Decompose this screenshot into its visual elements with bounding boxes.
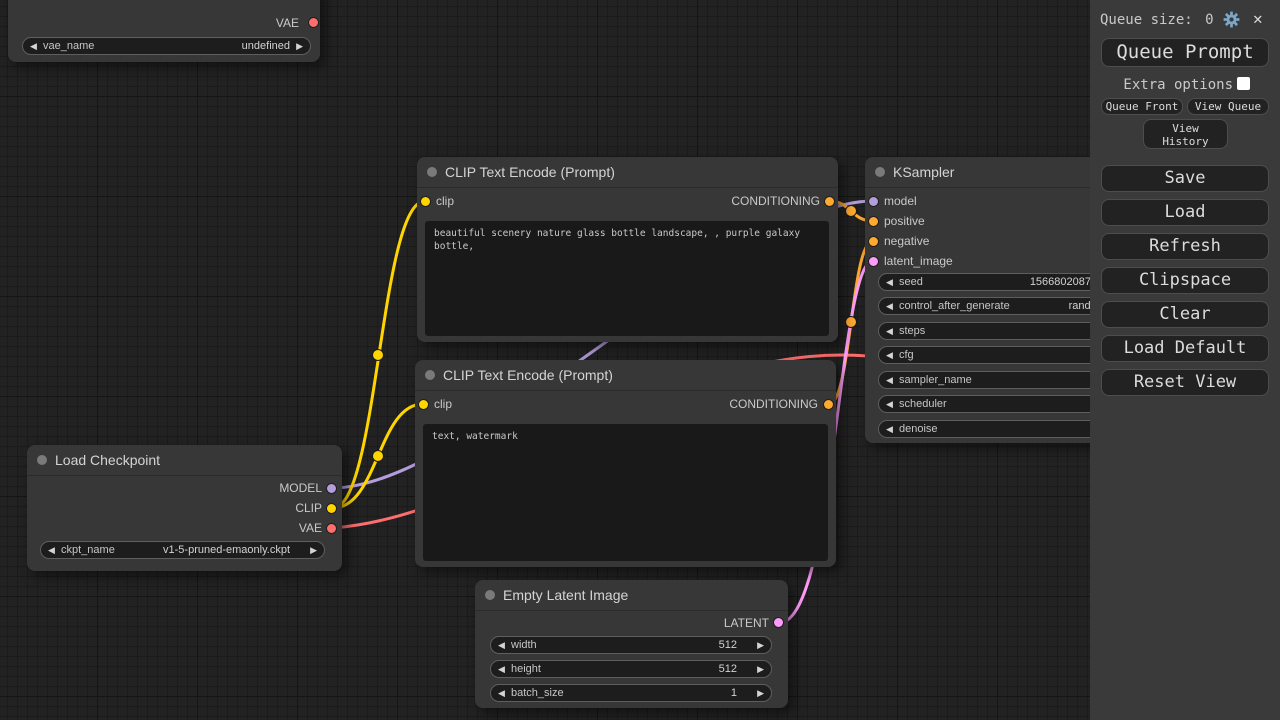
decrement-arrow-icon[interactable]: ◀ (498, 637, 505, 653)
queue-size-value: 0 (1205, 12, 1213, 28)
widget-height[interactable]: ◀ height 512 ▶ (490, 660, 772, 678)
node-title: Empty Latent Image (475, 580, 788, 611)
decrement-arrow-icon[interactable]: ◀ (498, 685, 505, 701)
clipspace-button[interactable]: Clipspace (1101, 267, 1269, 294)
link-midpoint-dot[interactable] (846, 317, 857, 328)
node-load-checkpoint[interactable]: Load Checkpoint MODEL CLIP VAE ◀ ckpt_na… (27, 445, 342, 571)
node-empty-latent-image[interactable]: Empty Latent Image LATENT ◀ width 512 ▶ … (475, 580, 788, 708)
prompt-textarea[interactable]: text, watermark (423, 424, 828, 561)
output-label: MODEL (222, 481, 322, 495)
increment-arrow-icon[interactable]: ▶ (296, 38, 303, 54)
decrement-arrow-icon[interactable]: ◀ (886, 396, 893, 412)
decrement-arrow-icon[interactable]: ◀ (886, 323, 893, 339)
increment-arrow-icon[interactable]: ▶ (757, 661, 764, 677)
widget-width[interactable]: ◀ width 512 ▶ (490, 636, 772, 654)
node-title: CLIP Text Encode (Prompt) (417, 157, 838, 188)
output-label: CLIP (222, 501, 322, 515)
view-history-button[interactable]: View History (1143, 119, 1228, 149)
increment-arrow-icon[interactable]: ▶ (310, 542, 317, 558)
save-button[interactable]: Save (1101, 165, 1269, 192)
clear-button[interactable]: Clear (1101, 301, 1269, 328)
load-button[interactable]: Load (1101, 199, 1269, 226)
extra-options-label: Extra options (1090, 77, 1233, 93)
output-label: VAE (179, 16, 299, 30)
input-port-latent-image[interactable] (869, 257, 878, 266)
output-label: LATENT (669, 616, 769, 630)
input-port-negative[interactable] (869, 237, 878, 246)
output-label: VAE (222, 521, 322, 535)
increment-arrow-icon[interactable]: ▶ (757, 637, 764, 653)
decrement-arrow-icon[interactable]: ◀ (886, 347, 893, 363)
collapse-dot[interactable] (425, 370, 435, 380)
output-port-conditioning[interactable] (825, 197, 834, 206)
output-label: CONDITIONING (678, 397, 818, 411)
queue-front-button[interactable]: Queue Front (1101, 98, 1183, 115)
link-midpoint-dot[interactable] (373, 451, 384, 462)
reset-view-button[interactable]: Reset View (1101, 369, 1269, 396)
view-queue-button[interactable]: View Queue (1187, 98, 1269, 115)
decrement-arrow-icon[interactable]: ◀ (886, 274, 893, 290)
refresh-button[interactable]: Refresh (1101, 233, 1269, 260)
queue-prompt-button[interactable]: Queue Prompt (1101, 38, 1269, 67)
output-port-conditioning[interactable] (824, 400, 833, 409)
node-clip-text-encode-positive[interactable]: CLIP Text Encode (Prompt) clip CONDITION… (417, 157, 838, 342)
extra-options-checkbox[interactable] (1237, 77, 1250, 90)
queue-size-text: Queue size: (1100, 12, 1193, 28)
input-label: clip (434, 397, 452, 411)
app-window: VAE ◀ vae_name undefined ▶ CLIP Text Enc… (0, 0, 1280, 720)
input-port-positive[interactable] (869, 217, 878, 226)
input-label: clip (436, 194, 454, 208)
input-label: model (884, 194, 917, 208)
widget-vae-name[interactable]: ◀ vae_name undefined ▶ (22, 37, 311, 55)
input-port-clip[interactable] (419, 400, 428, 409)
node-title: CLIP Text Encode (Prompt) (415, 360, 836, 391)
collapse-dot[interactable] (485, 590, 495, 600)
output-port-vae[interactable] (309, 18, 318, 27)
collapse-dot[interactable] (875, 167, 885, 177)
load-default-button[interactable]: Load Default (1101, 335, 1269, 362)
close-icon[interactable]: ✕ (1253, 9, 1263, 28)
decrement-arrow-icon[interactable]: ◀ (886, 298, 893, 314)
collapse-dot[interactable] (427, 167, 437, 177)
output-label: CONDITIONING (680, 194, 820, 208)
widget-ckpt-name[interactable]: ◀ ckpt_name v1-5-pruned-emaonly.ckpt ▶ (40, 541, 325, 559)
node-vae-loader[interactable]: VAE ◀ vae_name undefined ▶ (8, 0, 320, 62)
decrement-arrow-icon[interactable]: ◀ (886, 421, 893, 437)
input-label: positive (884, 214, 925, 228)
output-port-latent[interactable] (774, 618, 783, 627)
prompt-textarea[interactable]: beautiful scenery nature glass bottle la… (425, 221, 829, 336)
increment-arrow-icon[interactable]: ▶ (757, 685, 764, 701)
input-port-model[interactable] (869, 197, 878, 206)
node-clip-text-encode-negative[interactable]: CLIP Text Encode (Prompt) clip CONDITION… (415, 360, 836, 567)
decrement-arrow-icon[interactable]: ◀ (498, 661, 505, 677)
queue-size-label: Queue size: 0 (1100, 12, 1214, 28)
output-port-vae[interactable] (327, 524, 336, 533)
link-midpoint-dot[interactable] (846, 206, 857, 217)
decrement-arrow-icon[interactable]: ◀ (30, 38, 37, 54)
decrement-arrow-icon[interactable]: ◀ (886, 372, 893, 388)
menu-panel: Queue size: 0 ✕ Queue Prompt Extra optio… (1090, 0, 1280, 720)
decrement-arrow-icon[interactable]: ◀ (48, 542, 55, 558)
gear-icon[interactable] (1222, 10, 1241, 29)
collapse-dot[interactable] (37, 455, 47, 465)
output-port-clip[interactable] (327, 504, 336, 513)
node-title: Load Checkpoint (27, 445, 342, 476)
input-port-clip[interactable] (421, 197, 430, 206)
widget-batch-size[interactable]: ◀ batch_size 1 ▶ (490, 684, 772, 702)
link-midpoint-dot[interactable] (373, 350, 384, 361)
input-label: latent_image (884, 254, 953, 268)
output-port-model[interactable] (327, 484, 336, 493)
input-label: negative (884, 234, 929, 248)
